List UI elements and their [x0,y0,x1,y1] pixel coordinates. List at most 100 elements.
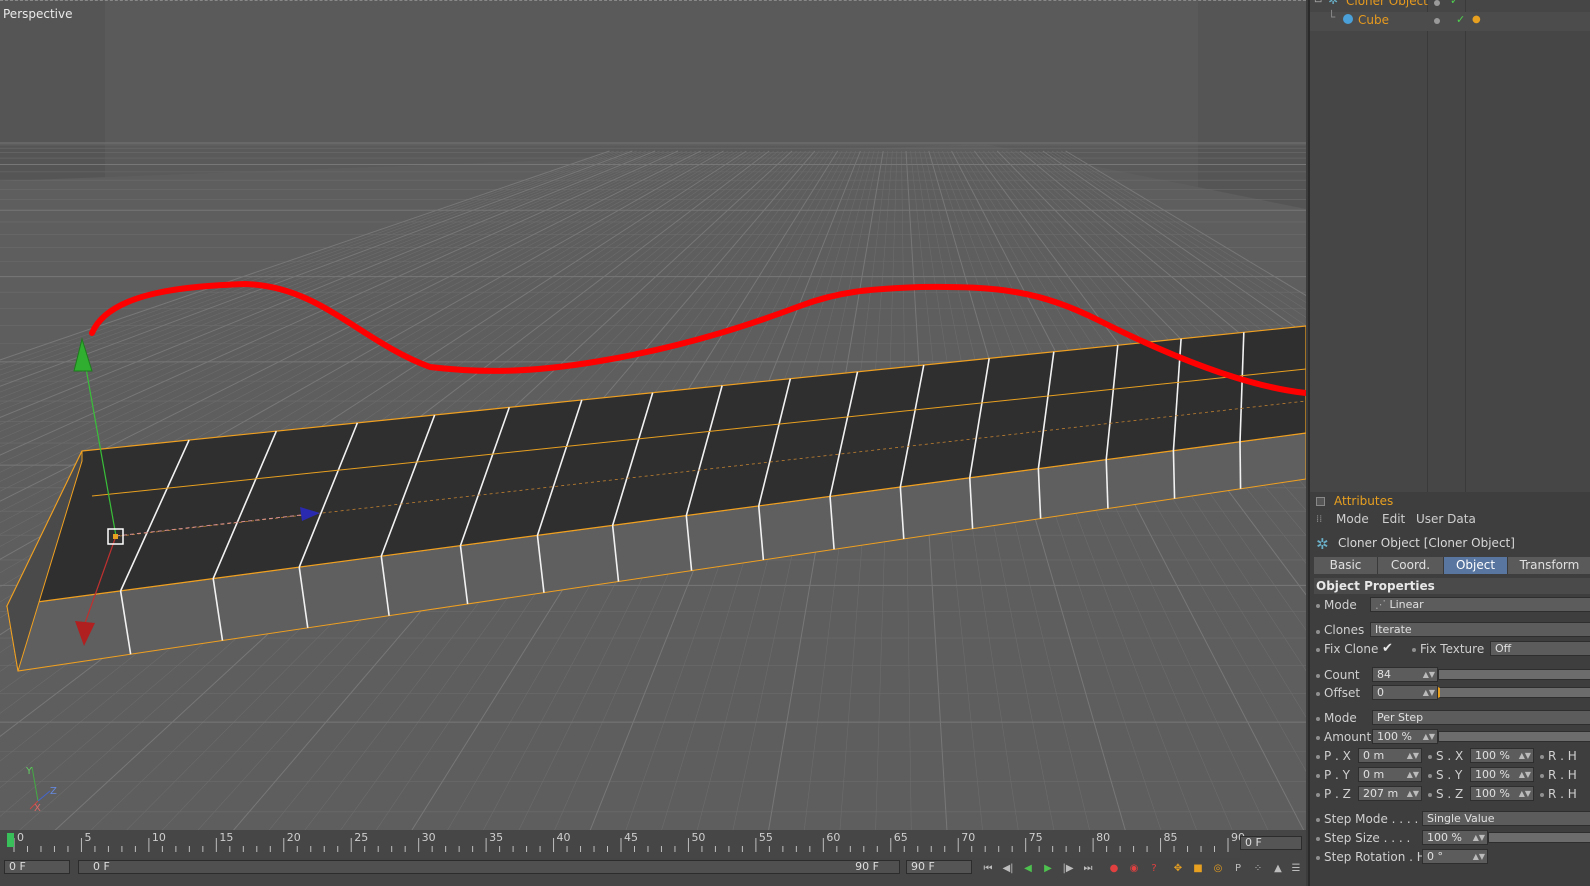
playhead-marker [7,833,14,847]
timeline-tick-label: 65 [893,831,908,844]
rotation-key-icon[interactable]: ◎ [1210,861,1226,877]
count-label: Count [1324,668,1360,682]
go-to-start-icon[interactable]: ⏮ [980,861,996,877]
perspective-viewport[interactable]: Y Z X Perspective [0,0,1306,830]
pos-z-input[interactable]: 207 m ▲▼ [1358,786,1422,801]
timeline[interactable]: 0 5 10 15 20 25 30 35 40 45 50 55 60 65 70 75 80 85 90 0 F… [0,830,1306,886]
step-mode-select[interactable]: Single Value [1422,811,1590,826]
timeline-tick-label: 35 [489,831,504,844]
enabled-check-icon[interactable]: ✓ [1450,0,1459,7]
timeline-tick-label: 60 [826,831,841,844]
scale-x-input[interactable]: 100 % ▲▼ [1470,748,1534,763]
rot-b-label: R . H [1548,787,1577,801]
rot-h-label: R . H [1548,749,1577,763]
object-row-cube[interactable]: └ Cube ✓ ● [1310,10,1590,31]
tab-object[interactable]: Object [1444,557,1508,574]
preview-range-slider[interactable]: 0 F 90 F [78,860,900,874]
pla-icon[interactable]: ▲ [1270,861,1286,877]
step-rotation-input[interactable]: 0 ° ▲▼ [1422,849,1488,864]
tab-coord[interactable]: Coord. [1378,557,1444,574]
amount-slider[interactable] [1438,731,1590,742]
visibility-dot[interactable] [1434,0,1440,6]
current-frame-field[interactable]: 0 F [1240,836,1302,850]
enabled-check-icon[interactable]: ✓ [1456,13,1465,26]
object-header: Cloner Object [Cloner Object] [1338,536,1515,550]
mode-label: Mode [1324,598,1357,612]
step-mode-label: Step Mode . . . . . [1324,812,1426,826]
grip-icon: ⁞⁞ [1316,514,1323,525]
fix-texture-select[interactable]: Off [1490,641,1590,656]
timeline-tick-label: 0 [17,831,24,844]
timeline-tick-label: 10 [151,831,166,844]
tag-icon[interactable]: ● [1472,14,1481,25]
pos-x-input[interactable]: 0 m ▲▼ [1358,748,1422,763]
timeline-ruler[interactable] [0,830,1240,858]
fix-texture-label: Fix Texture [1420,642,1485,656]
fix-clone-label: Fix Clone [1324,642,1379,656]
clones-select[interactable]: Iterate [1370,622,1590,637]
attributes-title: Attributes [1334,494,1394,508]
record-icon[interactable]: ● [1106,861,1122,877]
timeline-tick-label: 20 [286,831,301,844]
tab-transform[interactable]: Transform [1508,557,1590,574]
timeline-tick-label: 40 [556,831,571,844]
step-rotation-label: Step Rotation . H [1324,850,1426,864]
timeline-tick-label: 80 [1096,831,1111,844]
tab-basic[interactable]: Basic [1314,557,1378,574]
step-forward-icon[interactable]: |▶ [1060,861,1076,877]
timeline-menu-icon[interactable]: ☰ [1288,861,1304,877]
go-to-end-icon[interactable]: ⏭ [1080,861,1096,877]
menu-mode[interactable]: Mode [1336,512,1369,526]
scale-x-label: S . X [1436,749,1464,763]
scale-y-input[interactable]: 100 % ▲▼ [1470,767,1534,782]
svg-text:Z: Z [50,786,57,797]
scale-y-label: S . Y [1436,768,1463,782]
attribute-manager: Attributes ⁞⁞ Mode Edit User Data ✲ Clon… [1310,492,1590,886]
menu-user-data[interactable]: User Data [1416,512,1476,526]
fix-clone-checkbox[interactable]: ✔ [1382,641,1393,656]
panel-icon [1316,497,1325,506]
amount-input[interactable]: 100 % ▲▼ [1372,729,1438,744]
rot-p-label: R . H [1548,768,1577,782]
timeline-tick-label: 50 [691,831,706,844]
cloner-icon: ✲ [1316,535,1329,553]
keyframe-selection-icon[interactable]: ? [1146,861,1162,877]
cinema4d-window: Y Z X Perspective 0 5 10 15 20 25 30 35 40 45 50 55… [0,0,1590,886]
point-level-icon[interactable]: ⁘ [1250,861,1266,877]
collapse-icon[interactable]: ⊟ [1314,0,1322,5]
count-input[interactable]: 84 ▲▼ [1372,667,1438,682]
play-backward-icon[interactable]: ◀ [1020,861,1036,877]
visibility-dot[interactable] [1434,18,1440,24]
pos-x-label: P . X [1324,749,1351,763]
svg-text:Y: Y [25,766,33,777]
scale-z-label: S . Z [1436,787,1464,801]
per-step-select[interactable]: Per Step [1372,710,1590,725]
timeline-tick-label: 85 [1163,831,1178,844]
parameter-key-icon[interactable]: P [1230,861,1246,877]
pos-y-input[interactable]: 0 m ▲▼ [1358,767,1422,782]
step-back-icon[interactable]: ◀| [1000,861,1016,877]
move-key-icon[interactable]: ✥ [1170,861,1186,877]
step-size-input[interactable]: 100 % ▲▼ [1422,830,1488,845]
count-slider[interactable] [1438,669,1590,680]
viewport-scene: Y Z X [0,1,1306,830]
menu-edit[interactable]: Edit [1382,512,1405,526]
start-frame-field[interactable]: 0 F [4,860,70,874]
amount-label: Amount [1324,730,1372,744]
scale-z-input[interactable]: 100 % ▲▼ [1470,786,1534,801]
step-size-label: Step Size . . . . [1324,831,1411,845]
offset-input[interactable]: 0 ▲▼ [1372,685,1438,700]
timeline-tick-label: 15 [219,831,234,844]
step-size-slider[interactable] [1488,832,1590,843]
offset-slider[interactable] [1438,687,1590,698]
step-mode-label: Mode [1324,711,1357,725]
object-manager[interactable]: ⊟ ✲ Cloner Object ✓ └ Cube ✓ ● [1310,0,1590,492]
timeline-tick-label: 45 [624,831,638,844]
mode-select[interactable]: ⋰ Linear [1370,597,1590,612]
end-frame-field[interactable]: 90 F [906,860,972,874]
timeline-tick-label: 70 [961,831,976,844]
play-forward-icon[interactable]: ▶ [1040,861,1056,877]
autokey-icon[interactable]: ◉ [1126,861,1142,877]
scale-key-icon[interactable]: ■ [1190,861,1206,877]
timeline-tick-label: 55 [758,831,773,844]
